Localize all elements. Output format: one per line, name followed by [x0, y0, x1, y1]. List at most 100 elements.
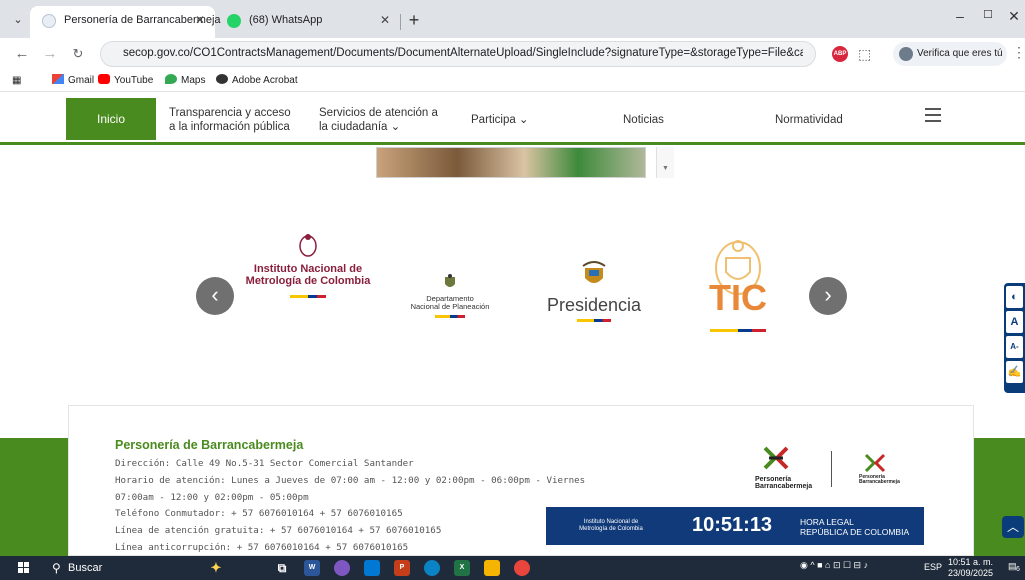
back-arrow-icon[interactable]: ← — [12, 44, 32, 64]
bookmark-label: Maps — [181, 75, 206, 86]
nav-normatividad[interactable]: Normatividad — [775, 113, 843, 127]
brand-name-large: Personería Barrancabermeja — [755, 476, 813, 490]
footer-card: Personería de Barrancabermeja Dirección:… — [68, 405, 974, 556]
address-bar[interactable]: secop.gov.co/CO1ContractsManagement/Docu… — [100, 41, 816, 67]
windows-start-icon[interactable] — [18, 562, 30, 574]
widgets-icon[interactable]: ✦ — [208, 560, 224, 576]
edge-icon[interactable] — [424, 560, 440, 576]
personeria-favicon-icon — [42, 14, 56, 28]
copilot-icon[interactable] — [334, 560, 350, 576]
word-icon[interactable]: W — [304, 560, 320, 576]
extensions-icon[interactable]: ⬚ — [858, 46, 871, 63]
logo-line1: TIC — [709, 277, 767, 318]
bookmark-label: Gmail — [68, 75, 95, 86]
tab-whatsapp[interactable]: (68) WhatsApp ✕ — [215, 6, 400, 38]
reload-icon[interactable]: ↻ — [68, 44, 88, 64]
logo-dnp[interactable]: Departamento Nacional de Planeación — [398, 274, 502, 318]
footer-anticorruption: Línea anticorrupción: + 57 6076010164 + … — [115, 542, 409, 553]
close-icon[interactable]: ✕ — [380, 6, 390, 34]
nav-inicio[interactable]: Inicio — [66, 98, 156, 140]
nav-participa[interactable]: Participa ⌄ — [471, 113, 529, 127]
bookmark-gmail[interactable]: Gmail — [52, 73, 94, 89]
logo-presidencia[interactable]: Presidencia — [534, 260, 654, 322]
profile-chip[interactable]: Verifica que eres tú — [893, 42, 1007, 66]
gmail-icon — [52, 74, 64, 84]
personeria-logo-small-icon — [864, 453, 886, 473]
footer-phone: Teléfono Conmutador: + 57 6076010164 + 5… — [115, 508, 403, 519]
profile-chip-label: Verifica que eres tú — [917, 48, 1003, 59]
notification-count: 6 — [1016, 566, 1020, 573]
legal-time-label: HORA LEGAL REPÚBLICA DE COLOMBIA — [800, 517, 910, 537]
maximize-button[interactable]: ☐ — [978, 8, 998, 21]
font-increase-icon[interactable]: A — [1006, 311, 1023, 333]
bookmark-label: YouTube — [114, 75, 154, 86]
footer-free-line: Línea de atención gratuita: + 57 6076010… — [115, 525, 442, 536]
font-decrease-icon[interactable]: A- — [1006, 336, 1023, 358]
footer-title: Personería de Barrancabermeja — [115, 438, 304, 452]
bookmark-youtube[interactable]: YouTube — [98, 73, 153, 89]
scroll-top-button[interactable]: ︿ — [1002, 516, 1024, 538]
tab-personeria[interactable]: Personería de Barrancabermeja ✕ — [30, 6, 221, 38]
nav-transparencia[interactable]: Transparencia y acceso a la información … — [169, 106, 291, 134]
file-explorer-icon[interactable] — [484, 560, 500, 576]
logo-line2: Metrología de Colombia — [245, 275, 371, 287]
hero-image — [376, 147, 646, 178]
carousel-next-button[interactable]: › — [809, 277, 847, 315]
carousel-prev-button[interactable]: ‹ — [196, 277, 234, 315]
forward-arrow-icon[interactable]: → — [40, 44, 60, 64]
taskbar-search[interactable]: ⚲ Buscar — [44, 558, 200, 578]
legal-time-banner[interactable]: Instituto Nacional de Metrología de Colo… — [546, 507, 924, 545]
taskbar-clock[interactable]: 10:51 a. m. 23/09/2025 — [948, 557, 993, 579]
url-text[interactable]: secop.gov.co/CO1ContractsManagement/Docu… — [123, 47, 803, 59]
search-icon: ⚲ — [52, 561, 61, 575]
brand-name-small: Personería Barrancabermeja — [859, 474, 900, 485]
accessibility-widget: ◐ A A- ✍ — [1004, 283, 1025, 393]
coat-of-arms-icon — [582, 261, 606, 283]
new-tab-button[interactable]: + — [404, 8, 424, 32]
tab-search-icon[interactable]: ⌄ — [8, 10, 28, 30]
flag-bar — [710, 329, 766, 332]
personeria-logo-icon — [763, 446, 789, 470]
site-nav: Inicio Transparencia y acceso a la infor… — [0, 92, 1025, 145]
close-icon[interactable]: ✕ — [195, 6, 205, 34]
browser-tabstrip: ⌄ Personería de Barrancabermeja ✕ (68) W… — [0, 0, 1025, 38]
nav-servicios[interactable]: Servicios de atención a la ciudadanía ⌄ — [319, 106, 438, 134]
clock-date: 23/09/2025 — [948, 568, 994, 578]
flag-bar — [435, 315, 465, 318]
bookmark-label: Adobe Acrobat — [232, 75, 298, 86]
legal-time: 10:51:13 — [692, 514, 773, 536]
outlook-icon[interactable] — [364, 560, 380, 576]
bookmark-maps[interactable]: Maps — [165, 73, 205, 89]
logo-line2: Nacional de Planeación — [410, 302, 490, 311]
bookmark-adobe-acrobat[interactable]: Adobe Acrobat — [216, 73, 298, 89]
scrollbar[interactable]: ▼ — [656, 147, 674, 178]
logo-line1: Instituto Nacional de — [253, 263, 363, 275]
tab-divider — [400, 14, 401, 30]
close-window-button[interactable]: ✕ — [1004, 8, 1024, 25]
minimize-button[interactable]: – — [950, 8, 970, 24]
language-indicator[interactable]: ESP — [924, 562, 942, 572]
excel-icon[interactable]: X — [454, 560, 470, 576]
adblock-icon[interactable]: ABP — [832, 46, 848, 62]
logo-tic[interactable]: TIC — [690, 236, 786, 332]
flag-bar — [290, 295, 326, 298]
taskbar-search-label: Buscar — [68, 562, 103, 574]
task-view-icon[interactable]: ⧉ — [274, 560, 290, 576]
coat-of-arms-icon — [445, 274, 455, 287]
more-menu-icon[interactable]: ⋮ — [1012, 44, 1025, 61]
nav-noticias[interactable]: Noticias — [623, 113, 664, 127]
contrast-icon[interactable]: ◐ — [1006, 286, 1023, 308]
chrome-icon[interactable] — [514, 560, 530, 576]
hamburger-menu-icon[interactable] — [925, 108, 941, 122]
apps-grid-icon[interactable]: ▦ — [12, 73, 21, 89]
powerpoint-icon[interactable]: P — [394, 560, 410, 576]
sign-language-icon[interactable]: ✍ — [1006, 361, 1023, 383]
footer-hours: Horario de atención: Lunes a Jueves de 0… — [115, 475, 586, 486]
flag-bar — [577, 319, 611, 322]
tray-icons[interactable]: ◉ ^ ■ ⌂ ⊡ ☐ ⊟ ♪ — [800, 560, 868, 571]
avatar — [899, 47, 913, 61]
footer-address: Dirección: Calle 49 No.5-31 Sector Comer… — [115, 458, 414, 469]
logo-line1: Presidencia — [546, 295, 642, 315]
logo-inm[interactable]: Instituto Nacional de Metrología de Colo… — [238, 232, 378, 298]
windows-taskbar: ⚲ Buscar ✦ ⧉ W P X ◉ ^ ■ ⌂ ⊡ ☐ ⊟ ♪ ESP 1… — [0, 556, 1025, 580]
